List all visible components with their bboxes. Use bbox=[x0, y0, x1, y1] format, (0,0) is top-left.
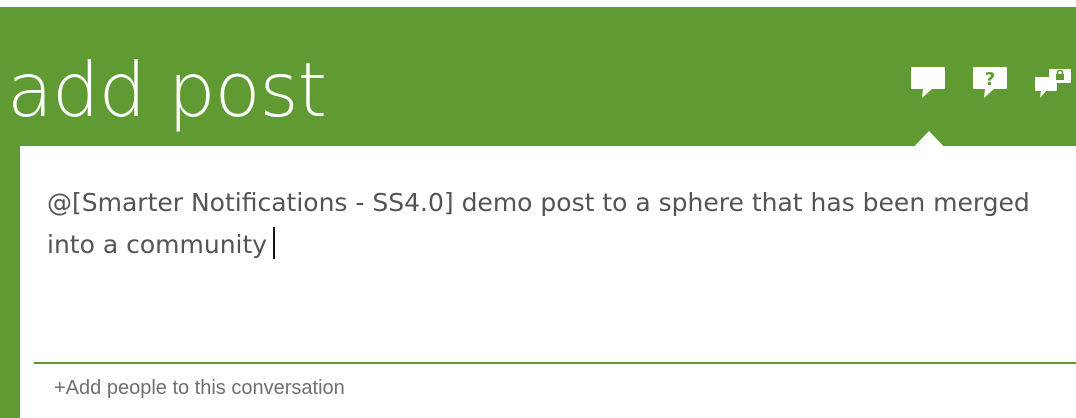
composer-divider bbox=[34, 362, 1076, 364]
private-message-icon[interactable] bbox=[1034, 63, 1074, 103]
question-mark: ? bbox=[985, 69, 995, 90]
add-post-panel: add post ? @[Smarter Notifications - SS4… bbox=[0, 0, 1076, 418]
add-people-link[interactable]: +Add people to this conversation bbox=[54, 374, 345, 402]
text-caret bbox=[273, 227, 276, 259]
post-icon[interactable] bbox=[908, 63, 948, 103]
post-text-content: @[Smarter Notifications - SS4.0] demo po… bbox=[47, 188, 1030, 259]
left-accent-strip bbox=[0, 146, 20, 418]
header-bar: add post ? bbox=[0, 7, 1076, 153]
post-text-input[interactable]: @[Smarter Notifications - SS4.0] demo po… bbox=[47, 182, 1057, 266]
question-icon[interactable]: ? bbox=[970, 63, 1010, 103]
page-title: add post bbox=[7, 46, 327, 134]
